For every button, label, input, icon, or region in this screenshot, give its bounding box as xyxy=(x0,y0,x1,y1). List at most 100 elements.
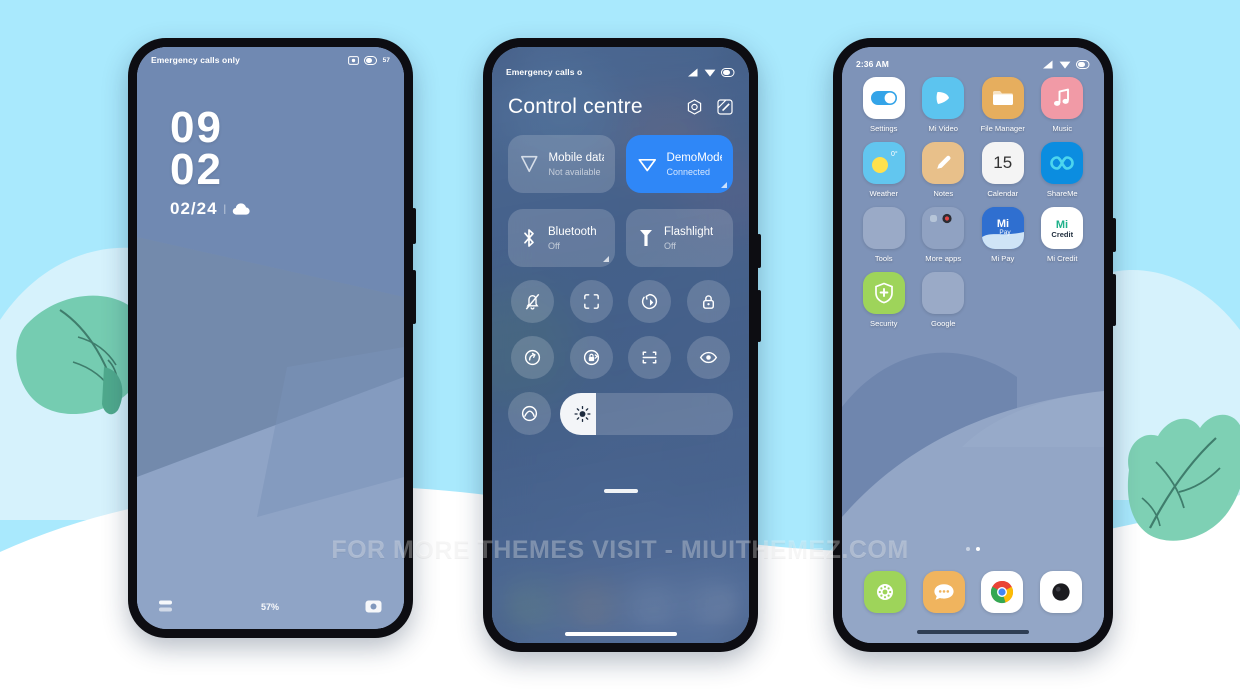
mi-credit-icon: Mi Credit xyxy=(1041,207,1084,249)
app-label: Mi Credit xyxy=(1047,254,1078,263)
tile-sublabel: Connected xyxy=(666,166,711,177)
clock-label: 2:36 AM xyxy=(856,59,889,69)
app-label: Google xyxy=(931,319,956,328)
tile-auto-rotate[interactable] xyxy=(628,280,672,323)
carrier-label: Emergency calls o xyxy=(506,67,583,77)
calendar-day-number: 15 xyxy=(993,153,1013,172)
play-icon xyxy=(922,77,965,119)
music-note-icon xyxy=(1041,77,1084,119)
wifi-icon xyxy=(1059,61,1071,69)
tile-sublabel: Not available xyxy=(548,166,601,177)
tile-expand-corner[interactable] xyxy=(603,256,609,262)
camera-shortcut-icon[interactable] xyxy=(365,600,382,613)
phone-lockscreen: Emergency calls only 57 09 02 02/24 | 57… xyxy=(128,38,416,638)
controlcentre-screen[interactable]: Emergency calls o Control centre Mobile … xyxy=(492,47,749,643)
svg-text:Pay: Pay xyxy=(999,229,1011,236)
big-tile-grid: Mobile data Not available DemoMode Conne… xyxy=(508,135,733,193)
statusbar-icons xyxy=(687,67,735,77)
app-label: Tools xyxy=(874,254,893,263)
homescreen-statusbar: 2:36 AM xyxy=(842,51,1104,77)
app-grid: Settings Mi Video File Manager Music 0° … xyxy=(854,77,1092,328)
settings-gear-icon[interactable] xyxy=(686,98,703,116)
gesture-nav-bar[interactable] xyxy=(564,632,677,636)
tile-dark-mode[interactable] xyxy=(508,392,551,435)
app-file-manager[interactable]: File Manager xyxy=(973,77,1033,133)
tile-scan[interactable] xyxy=(628,336,672,379)
battery-label: 57% xyxy=(260,601,279,612)
pencil-icon xyxy=(922,142,965,184)
app-label: Notes xyxy=(933,189,954,198)
gesture-nav-bar[interactable] xyxy=(917,630,1029,634)
app-label: File Manager xyxy=(980,124,1025,133)
power-button[interactable] xyxy=(412,208,416,244)
app-mi-video[interactable]: Mi Video xyxy=(914,77,974,133)
scan-icon xyxy=(642,351,657,364)
signal-icon xyxy=(1043,60,1053,68)
volume-button[interactable] xyxy=(1112,274,1116,326)
controlcentre-header: Control centre xyxy=(508,95,733,119)
lockscreen-screen[interactable]: Emergency calls only 57 09 02 02/24 | 57… xyxy=(137,47,404,629)
screenshot-stage: Emergency calls only 57 09 02 02/24 | 57… xyxy=(0,0,1240,700)
tile-text: DemoMode Connected xyxy=(667,151,722,178)
app-mi-credit[interactable]: Mi Credit Mi Credit xyxy=(1033,207,1093,263)
dark-mode-icon xyxy=(521,405,538,422)
tools-folder-icon xyxy=(862,207,905,249)
folder-icon xyxy=(981,77,1024,119)
app-label: Music xyxy=(1052,124,1073,133)
tile-label: Flashlight xyxy=(664,225,714,238)
round-tile-row-1 xyxy=(508,280,733,323)
app-security[interactable]: Security xyxy=(854,272,914,328)
app-google[interactable]: Google xyxy=(914,272,974,328)
lockscreen-date-row: 02/24 | xyxy=(170,199,251,219)
tile-rotation-lock[interactable] xyxy=(569,336,613,379)
app-mi-pay[interactable]: Mi Pay Mi Pay xyxy=(973,207,1033,263)
app-more-apps[interactable]: More apps xyxy=(914,207,974,263)
power-button[interactable] xyxy=(757,234,761,268)
lockscreen-statusbar: Emergency calls only 57 xyxy=(137,47,404,73)
header-icon-group xyxy=(686,98,733,116)
app-notes[interactable]: Notes xyxy=(914,142,974,198)
power-button[interactable] xyxy=(1112,218,1116,252)
tile-flashlight[interactable]: Flashlight Off xyxy=(626,209,733,267)
app-music[interactable]: Music xyxy=(1033,77,1093,133)
round-tile-row-2 xyxy=(508,336,733,379)
tile-mobile-data[interactable]: Mobile data Not available xyxy=(508,135,615,193)
app-shareme[interactable]: ShareMe xyxy=(1033,142,1093,198)
mi-credit-text: Credit xyxy=(1051,229,1074,239)
tile-expand-corner[interactable] xyxy=(721,182,727,188)
phone-controlcentre: Emergency calls o Control centre Mobile … xyxy=(483,38,761,652)
camera-lens-icon[interactable] xyxy=(1039,571,1082,613)
homescreen-screen[interactable]: 2:36 AM Settings Mi Video File Manager M… xyxy=(842,47,1104,643)
carrier-label: Emergency calls only xyxy=(151,55,240,65)
data-saver-icon xyxy=(525,349,541,366)
tile-bluetooth[interactable]: Bluetooth Off xyxy=(508,209,615,267)
message-bubble-icon[interactable] xyxy=(922,571,965,613)
svg-text:Mi: Mi xyxy=(1056,219,1068,230)
phone-homescreen: 2:36 AM Settings Mi Video File Manager M… xyxy=(833,38,1116,652)
app-weather[interactable]: 0° Weather xyxy=(854,142,914,198)
tile-screenshot[interactable] xyxy=(569,280,613,323)
google-folder-icon xyxy=(922,272,965,314)
tile-lock[interactable] xyxy=(686,280,730,323)
app-tools[interactable]: Tools xyxy=(854,207,914,263)
notes-shortcut-icon[interactable] xyxy=(159,600,175,613)
brightness-slider[interactable] xyxy=(560,392,733,435)
edit-pencil-icon[interactable] xyxy=(717,99,733,115)
phone-dialer-icon[interactable] xyxy=(864,571,907,613)
mi-pay-icon: Mi Pay xyxy=(981,207,1024,249)
tile-reading-mode[interactable] xyxy=(686,336,730,379)
app-label: Settings xyxy=(870,124,898,133)
tile-sublabel: Off xyxy=(548,240,560,251)
tile-silent[interactable] xyxy=(511,280,555,323)
volume-button[interactable] xyxy=(412,270,416,324)
app-settings[interactable]: Settings xyxy=(854,77,914,133)
auto-rotate-icon xyxy=(642,293,658,310)
volume-button[interactable] xyxy=(757,290,761,342)
controlcentre-statusbar: Emergency calls o xyxy=(492,59,749,85)
tile-demomode-wifi[interactable]: DemoMode Connected xyxy=(626,135,733,193)
screenshot-icon xyxy=(347,55,359,65)
chrome-icon[interactable] xyxy=(981,571,1024,613)
tile-sublabel: Off xyxy=(664,240,676,251)
tile-data-saver[interactable] xyxy=(511,336,555,379)
app-calendar[interactable]: 15 Calendar xyxy=(973,142,1033,198)
